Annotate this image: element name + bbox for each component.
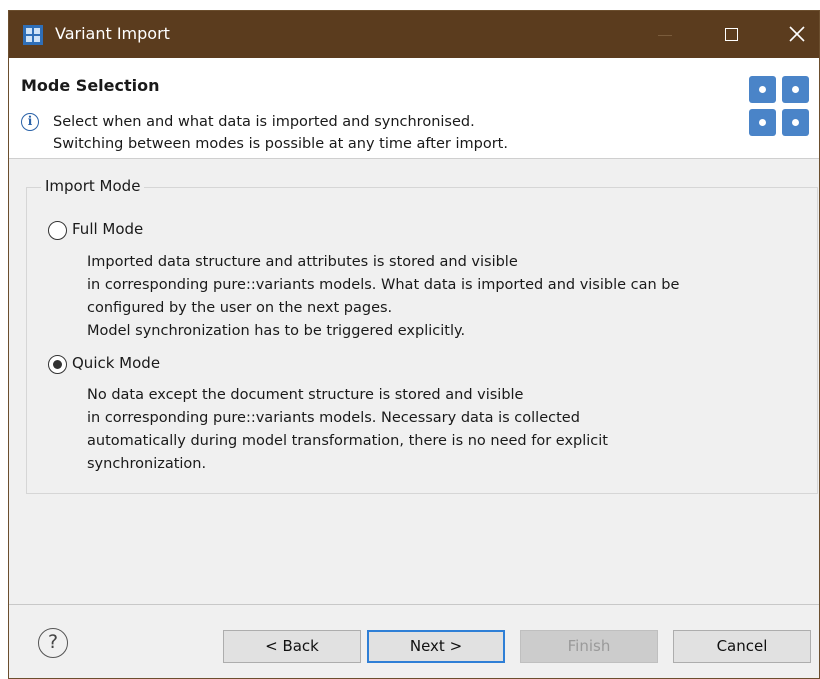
next-button[interactable]: Next > <box>367 630 505 663</box>
maximize-button[interactable] <box>708 11 754 58</box>
close-button[interactable] <box>774 11 820 58</box>
minimize-icon <box>658 35 672 36</box>
quick-mode-radio[interactable] <box>48 355 67 374</box>
quick-mode-description-line: synchronization. <box>87 456 207 472</box>
full-mode-description-line: Model synchronization has to be triggere… <box>87 323 466 339</box>
finish-button[interactable]: Finish <box>520 630 658 663</box>
full-mode-description-line: Imported data structure and attributes i… <box>87 254 518 270</box>
info-message-line-2: Switching between modes is possible at a… <box>53 136 508 152</box>
info-icon: i <box>21 113 39 131</box>
quick-mode-description: No data except the document structure is… <box>87 384 608 476</box>
window-title: Variant Import <box>55 24 170 43</box>
footer-separator <box>9 604 819 605</box>
quick-mode-label[interactable]: Quick Mode <box>72 354 160 372</box>
maximize-icon <box>725 28 738 41</box>
info-message-line-1: Select when and what data is imported an… <box>53 114 475 130</box>
quick-mode-description-line: automatically during model transformatio… <box>87 433 608 449</box>
cancel-button[interactable]: Cancel <box>673 630 811 663</box>
back-button[interactable]: < Back <box>223 630 361 663</box>
variant-import-dialog: Variant Import Mode Selection i Select w… <box>8 10 820 679</box>
title-bar: Variant Import <box>9 11 819 58</box>
full-mode-radio[interactable] <box>48 221 67 240</box>
banner-logo-icon <box>749 76 809 136</box>
full-mode-description-line: in corresponding pure::variants models. … <box>87 277 680 293</box>
import-mode-group: Import Mode Full Mode Imported data stru… <box>26 177 818 494</box>
app-grid-icon <box>23 25 43 45</box>
full-mode-description-line: configured by the user on the next pages… <box>87 300 393 316</box>
wizard-header: Mode Selection i Select when and what da… <box>9 58 819 159</box>
import-mode-group-label: Import Mode <box>41 177 145 195</box>
help-icon[interactable]: ? <box>38 628 68 658</box>
quick-mode-description-line: in corresponding pure::variants models. … <box>87 410 580 426</box>
close-icon <box>789 26 805 42</box>
quick-mode-description-line: No data except the document structure is… <box>87 387 524 403</box>
full-mode-label[interactable]: Full Mode <box>72 220 143 238</box>
page-title: Mode Selection <box>21 76 160 95</box>
full-mode-description: Imported data structure and attributes i… <box>87 251 679 343</box>
minimize-button[interactable] <box>642 11 688 58</box>
